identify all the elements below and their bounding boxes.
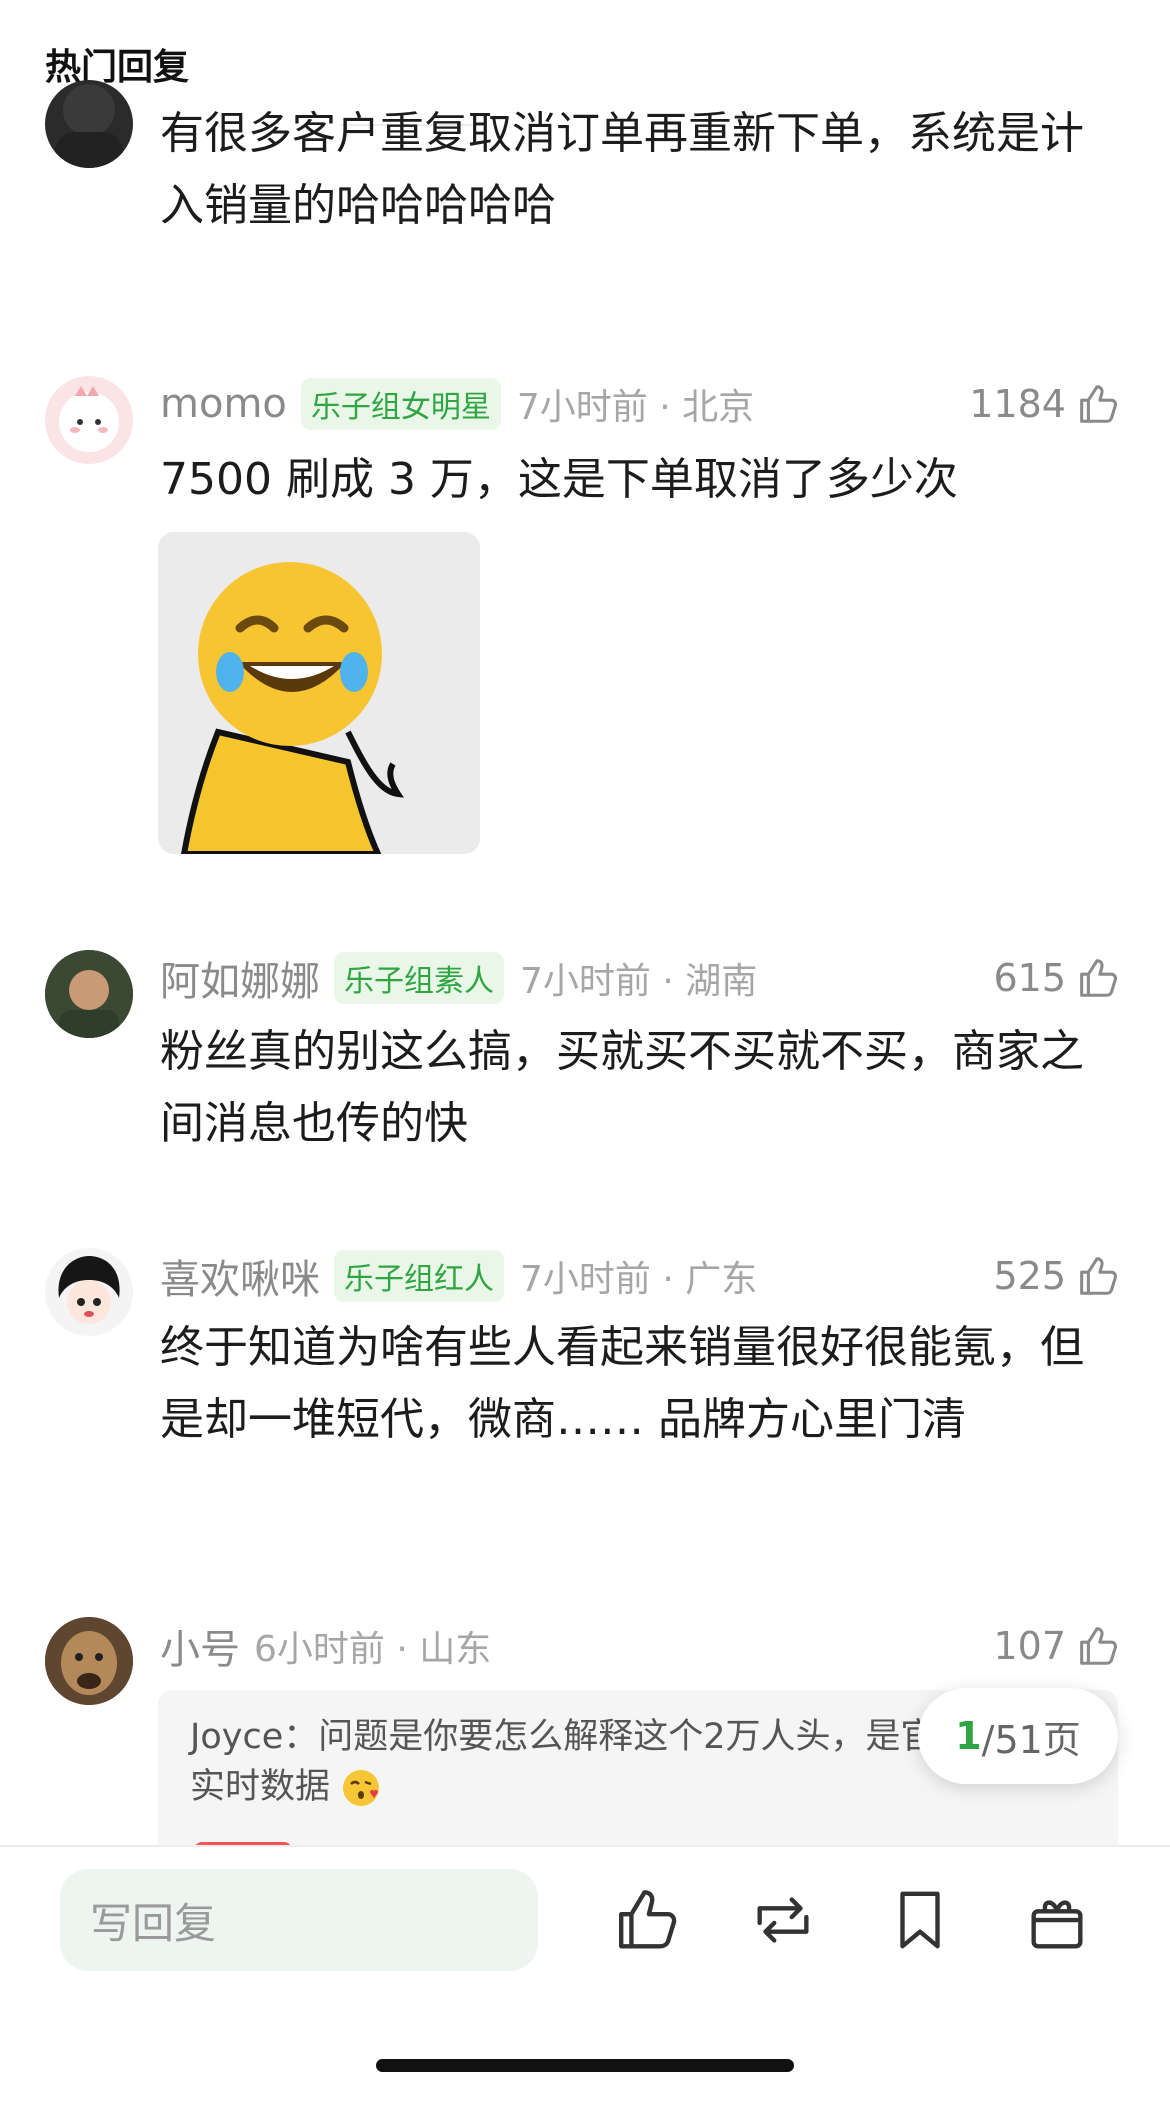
thumbs-up-icon[interactable] (1074, 955, 1120, 1001)
comment-text: 粉丝真的别这么搞，买就买不买就不买，商家之间消息也传的快 (160, 1026, 1084, 1149)
home-indicator (376, 2059, 794, 2072)
username[interactable]: 小号 (160, 1617, 240, 1675)
comment-text: 有很多客户重复取消订单再重新下单，系统是计入销量的哈哈哈哈哈 (160, 108, 1084, 231)
thumbs-up-icon[interactable] (1074, 1253, 1120, 1299)
comment-header: 阿如娜娜 乐子组素人 7小时前 · 湖南 (160, 949, 758, 1007)
comment-meta: 7小时前 · 北京 (516, 387, 755, 428)
like-button[interactable]: 107 (993, 1618, 1120, 1674)
like-count: 107 (993, 1624, 1066, 1668)
like-button[interactable]: 1184 (969, 376, 1120, 432)
kiss-emoji-icon (341, 1768, 381, 1808)
username[interactable]: 喜欢啾咪 (160, 1247, 320, 1305)
comment-header: momo 乐子组女明星 7小时前 · 北京 (160, 378, 754, 430)
avatar[interactable] (45, 376, 133, 464)
like-count: 1184 (969, 382, 1066, 426)
like-count: 525 (993, 1254, 1066, 1298)
like-button[interactable]: 615 (993, 950, 1120, 1006)
repost-icon[interactable] (748, 1885, 818, 1955)
bookmark-icon[interactable] (885, 1885, 955, 1955)
sticker-image[interactable] (158, 532, 480, 854)
username[interactable]: 阿如娜娜 (160, 949, 320, 1007)
comment-meta: 7小时前 · 广东 (520, 1259, 758, 1300)
user-badge: 乐子组素人 (334, 952, 504, 1004)
avatar[interactable] (45, 950, 133, 1038)
comment-meta: 7小时前 · 湖南 (520, 961, 758, 1002)
reply-input[interactable]: 写回复 (60, 1869, 538, 1971)
avatar[interactable] (45, 1617, 133, 1705)
total-pages: /51页 (981, 1717, 1081, 1762)
thumbs-up-icon[interactable] (1074, 1623, 1120, 1669)
bottom-action-bar: 写回复 (0, 1845, 1170, 2103)
comment-text: 7500 刷成 3 万，这是下单取消了多少次 (160, 454, 958, 505)
username[interactable]: momo (160, 381, 287, 427)
avatar[interactable] (45, 1248, 133, 1336)
comment-header: 喜欢啾咪 乐子组红人 7小时前 · 广东 (160, 1247, 758, 1305)
like-count: 615 (993, 956, 1066, 1000)
page-title: 热门回复 (45, 47, 190, 88)
comment-text: 终于知道为啥有些人看起来销量很好很能氪，但是却一堆短代，微商…… 品牌方心里门清 (160, 1322, 1084, 1445)
comment-header: 小号 6小时前 · 山东 (160, 1617, 492, 1675)
gift-icon[interactable] (1022, 1885, 1092, 1955)
reply-author[interactable]: Joyce： (190, 1717, 318, 1757)
user-badge: 乐子组红人 (334, 1250, 504, 1302)
thumbs-up-icon[interactable] (1074, 381, 1120, 427)
page-indicator[interactable]: 1/51页 (918, 1688, 1118, 1784)
avatar[interactable] (45, 80, 133, 168)
like-button[interactable]: 525 (993, 1248, 1120, 1304)
like-icon[interactable] (611, 1885, 681, 1955)
user-badge: 乐子组女明星 (300, 378, 501, 430)
current-page: 1 (955, 1714, 982, 1758)
comment-meta: 6小时前 · 山东 (254, 1629, 492, 1670)
